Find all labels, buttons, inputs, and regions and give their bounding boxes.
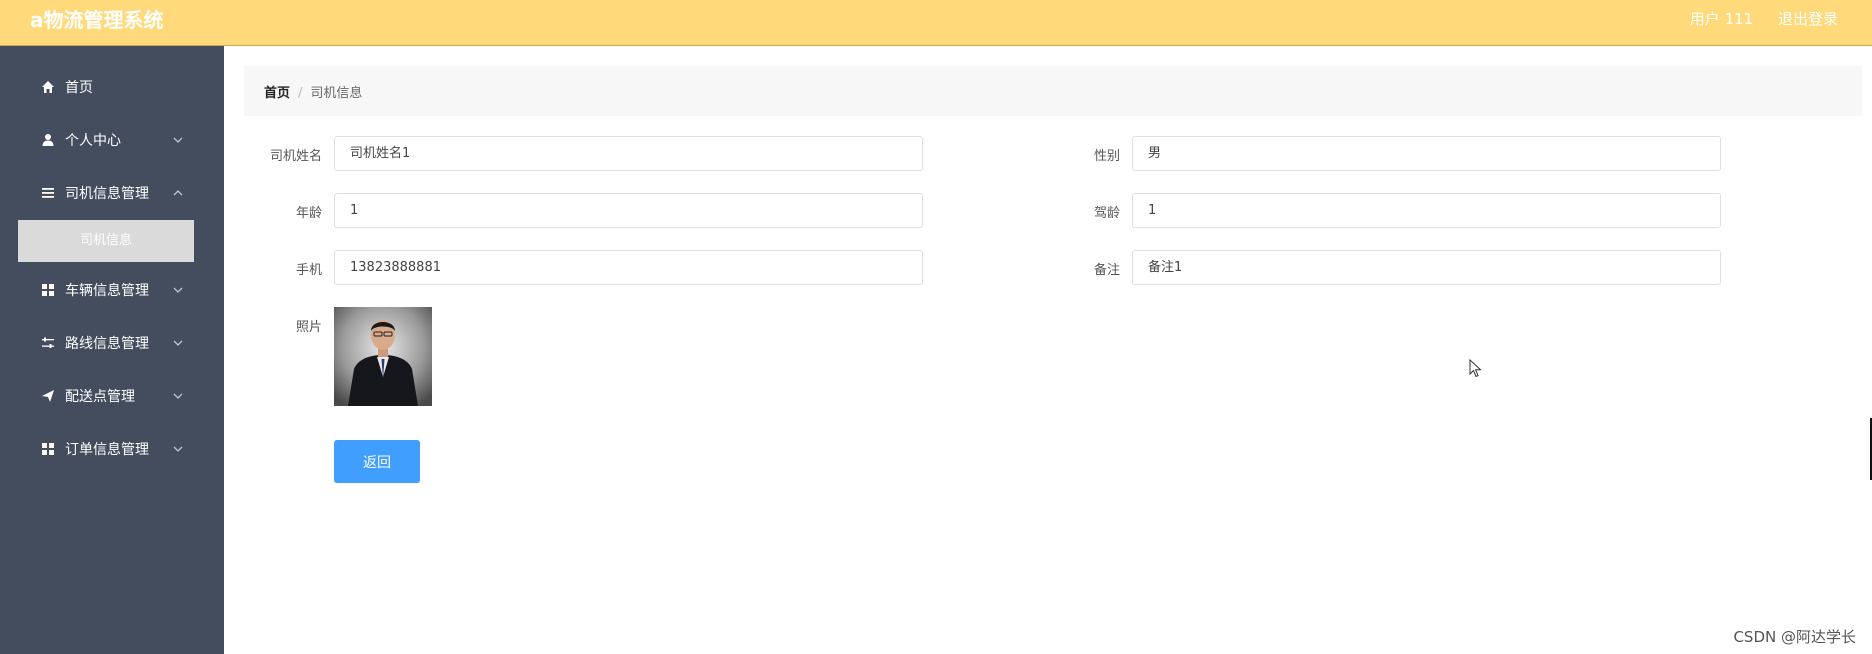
breadcrumb-home[interactable]: 首页 xyxy=(264,86,290,101)
chevron-down-icon xyxy=(173,287,183,293)
sidebar-item-vehicle-management[interactable]: 车辆信息管理 xyxy=(0,264,224,316)
chevron-down-icon xyxy=(173,446,183,452)
app-title: a物流管理系统 xyxy=(30,8,164,32)
grid-icon xyxy=(42,284,54,296)
driver-photo xyxy=(334,307,432,406)
breadcrumb-bar: 首页 / 司机信息 xyxy=(244,66,1862,116)
topbar-user-area: 用户 111 退出登录 xyxy=(1670,8,1838,29)
phone-field[interactable]: 13823888881 xyxy=(334,250,923,285)
back-button[interactable]: 返回 xyxy=(334,440,420,483)
sidebar-item-home[interactable]: 首页 xyxy=(0,61,224,113)
age-label: 年龄 xyxy=(295,206,322,221)
gender-field[interactable]: 男 xyxy=(1132,136,1721,171)
chevron-up-icon xyxy=(173,190,183,196)
mouse-cursor-icon xyxy=(1469,359,1482,378)
sidebar-item-personal-center[interactable]: 个人中心 xyxy=(0,114,224,166)
remark-field[interactable]: 备注1 xyxy=(1132,250,1721,285)
user-icon xyxy=(42,134,54,146)
sidebar-item-label: 司机信息管理 xyxy=(65,186,149,202)
logout-link[interactable]: 退出登录 xyxy=(1778,10,1838,28)
sidebar-item-label: 路线信息管理 xyxy=(65,336,149,352)
remark-label: 备注 xyxy=(1093,263,1120,278)
breadcrumb: 首页 / 司机信息 xyxy=(264,82,362,101)
photo-label: 照片 xyxy=(295,320,322,335)
sidebar-item-driver-management[interactable]: 司机信息管理 xyxy=(0,167,224,219)
top-bar: a物流管理系统 用户 111 退出登录 xyxy=(0,0,1872,46)
driver-photo-image xyxy=(334,307,432,406)
age-field[interactable]: 1 xyxy=(334,193,923,228)
chevron-down-icon xyxy=(173,393,183,399)
sidebar-item-label: 订单信息管理 xyxy=(65,442,149,458)
chevron-down-icon xyxy=(173,340,183,346)
gender-label: 性别 xyxy=(1093,149,1120,164)
user-label: 用户 111 xyxy=(1689,10,1754,28)
sidebar-item-label: 首页 xyxy=(65,80,93,96)
breadcrumb-current: 司机信息 xyxy=(310,86,363,101)
driving-years-label: 驾龄 xyxy=(1093,206,1120,221)
sidebar-item-label: 个人中心 xyxy=(65,133,121,149)
home-icon xyxy=(42,81,54,93)
sidebar-item-delivery-point-management[interactable]: 配送点管理 xyxy=(0,370,224,422)
watermark: CSDN @阿达学长 xyxy=(1733,628,1856,646)
sidebar-item-order-management[interactable]: 订单信息管理 xyxy=(0,423,224,475)
breadcrumb-separator: / xyxy=(298,86,303,101)
send-icon xyxy=(42,390,54,402)
sidebar-item-label: 车辆信息管理 xyxy=(65,283,149,299)
driver-name-label: 司机姓名 xyxy=(269,149,322,164)
driver-name-field[interactable]: 司机姓名1 xyxy=(334,136,923,171)
sidebar-item-label: 配送点管理 xyxy=(65,389,135,405)
grid-icon xyxy=(42,443,54,455)
chevron-down-icon xyxy=(173,137,183,143)
phone-label: 手机 xyxy=(295,263,322,278)
driving-years-field[interactable]: 1 xyxy=(1132,193,1721,228)
sidebar: 首页 个人中心 司机信息管理 司机信息 车辆信息管理 路线信息管理 配送点管理 … xyxy=(0,46,224,654)
sliders-icon xyxy=(42,337,54,348)
sidebar-item-route-management[interactable]: 路线信息管理 xyxy=(0,317,224,369)
list-icon xyxy=(42,188,54,198)
submenu-item-driver-info[interactable]: 司机信息 xyxy=(18,220,194,262)
